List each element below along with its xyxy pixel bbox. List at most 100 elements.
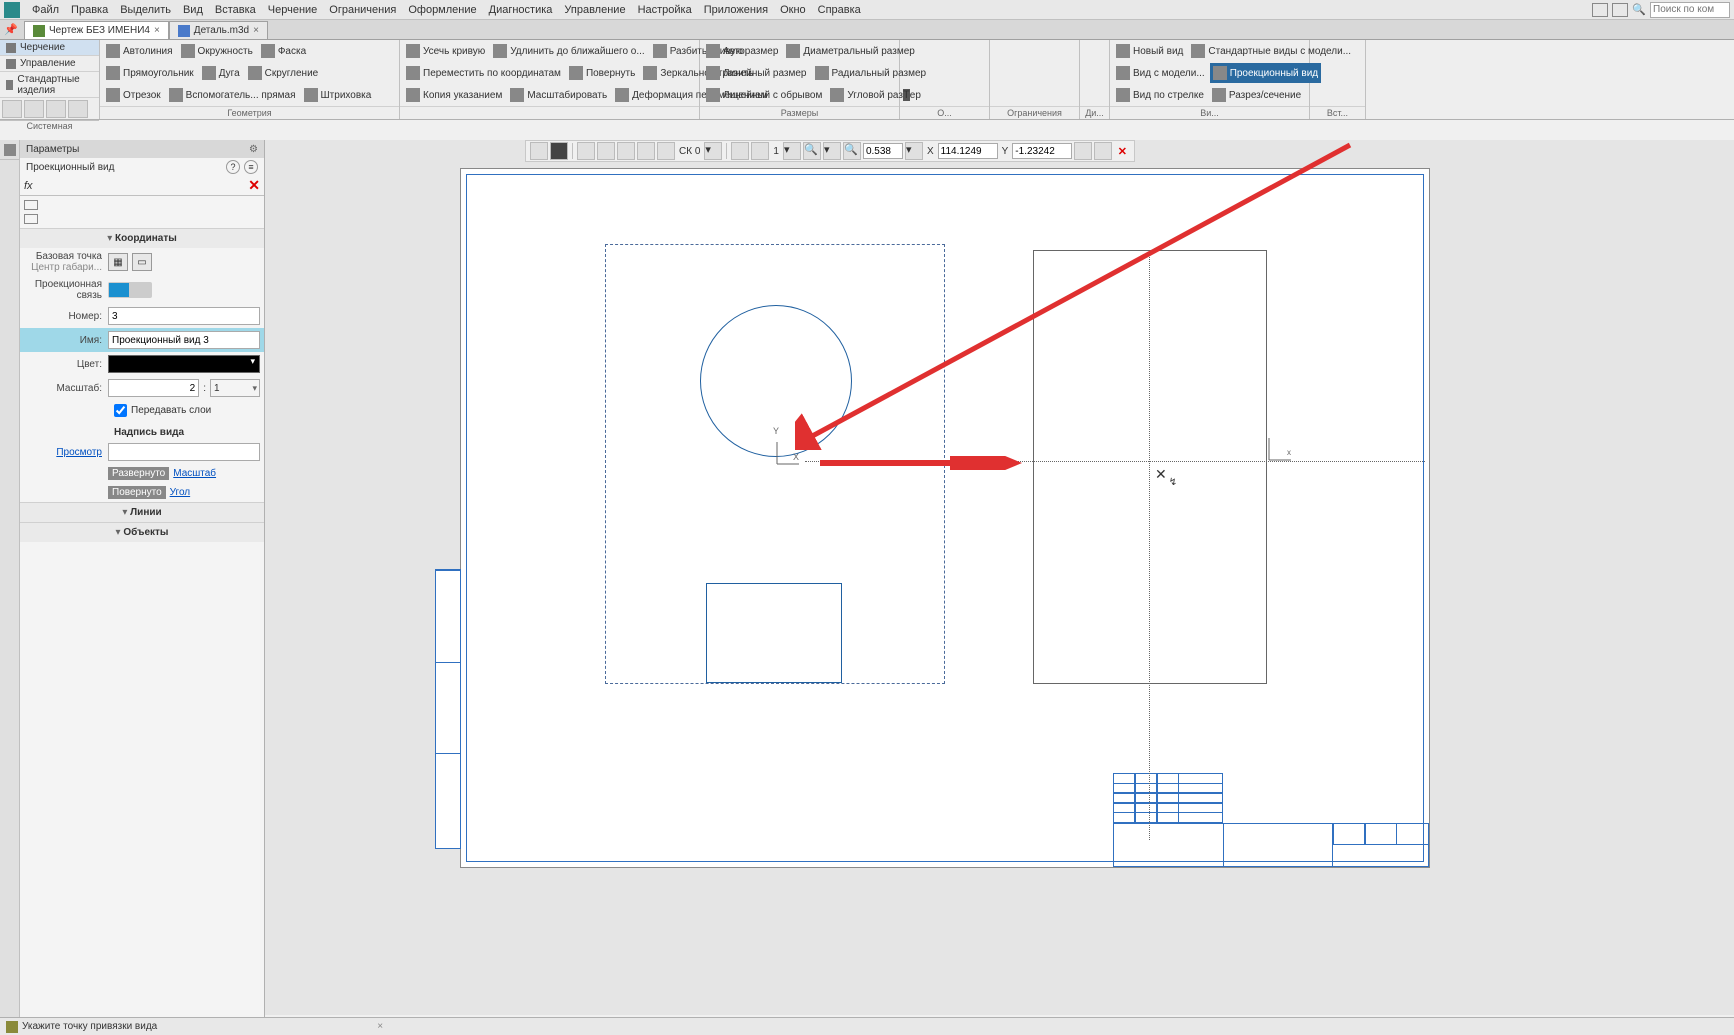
- btn-scale[interactable]: Масштабировать: [507, 85, 610, 105]
- btn-trim[interactable]: Усечь кривую: [403, 41, 488, 61]
- menu-window[interactable]: Окно: [774, 2, 812, 18]
- menu-manage[interactable]: Управление: [558, 2, 631, 18]
- drawing-canvas[interactable]: Y X x ✕↯: [265, 140, 1734, 1015]
- menu-view[interactable]: Вид: [177, 2, 209, 18]
- dropdown-icon[interactable]: ▾: [905, 142, 923, 160]
- tool-icon[interactable]: [657, 142, 675, 160]
- btn-arrowview[interactable]: Вид по стрелке: [1113, 85, 1207, 105]
- scale-input[interactable]: [863, 143, 903, 159]
- btn-autoline[interactable]: Автолиния: [103, 41, 176, 61]
- btn-modelview[interactable]: Вид с модели...: [1113, 63, 1208, 83]
- caption-input[interactable]: [108, 443, 260, 461]
- btn-move[interactable]: Переместить по координатам: [403, 63, 564, 83]
- status-close-icon[interactable]: ×: [377, 1021, 383, 1032]
- formula-bar[interactable]: fx ✕: [20, 176, 264, 196]
- menu-file[interactable]: Файл: [26, 2, 65, 18]
- btn-copy[interactable]: Копия указанием: [403, 85, 505, 105]
- menu-format[interactable]: Оформление: [402, 2, 482, 18]
- btn-circle[interactable]: Окружность: [178, 41, 256, 61]
- number-input[interactable]: [108, 307, 260, 325]
- print-icon[interactable]: [68, 100, 88, 118]
- list-icon[interactable]: ≡: [244, 160, 258, 174]
- layers-checkbox[interactable]: [114, 404, 127, 417]
- save-icon[interactable]: [46, 100, 66, 118]
- color-select[interactable]: [108, 355, 260, 373]
- mode-stdparts[interactable]: Стандартные изделия: [0, 72, 99, 98]
- cancel-icon[interactable]: ✕: [1114, 145, 1130, 158]
- window-maximize-icon[interactable]: [1612, 3, 1628, 17]
- scale-link[interactable]: Масштаб: [173, 468, 216, 479]
- menu-insert[interactable]: Вставка: [209, 2, 262, 18]
- group-lines[interactable]: Линии: [20, 503, 264, 522]
- menu-diagnostics[interactable]: Диагностика: [483, 2, 559, 18]
- mode-drawing[interactable]: Черчение: [0, 40, 99, 56]
- btn-newview[interactable]: Новый вид: [1113, 41, 1186, 61]
- dropdown-icon[interactable]: ▾: [704, 142, 722, 160]
- menu-apps[interactable]: Приложения: [698, 2, 774, 18]
- new-icon[interactable]: [2, 100, 22, 118]
- open-icon[interactable]: [24, 100, 44, 118]
- group-objects[interactable]: Объекты: [20, 523, 264, 542]
- btn-rotate[interactable]: Повернуть: [566, 63, 638, 83]
- window-restore-icon[interactable]: [1592, 3, 1608, 17]
- projection-toggle[interactable]: [108, 282, 152, 298]
- tab-part[interactable]: Деталь.m3d ×: [169, 21, 268, 39]
- btn-brokendim[interactable]: Линейный с обрывом: [703, 85, 825, 105]
- btn-lindim[interactable]: Линейный размер: [703, 63, 810, 83]
- menu-edit[interactable]: Правка: [65, 2, 114, 18]
- menu-help[interactable]: Справка: [812, 2, 867, 18]
- tool-icon[interactable]: [1074, 142, 1092, 160]
- basepoint-center-icon[interactable]: ▦: [108, 253, 128, 271]
- tool-icon[interactable]: [530, 142, 548, 160]
- btn-rect[interactable]: Прямоугольник: [103, 63, 197, 83]
- mini-icon[interactable]: [24, 214, 38, 224]
- x-input[interactable]: [938, 143, 998, 159]
- grid-icon[interactable]: [637, 142, 655, 160]
- tab-close-icon[interactable]: ×: [154, 25, 160, 36]
- btn-chamfer[interactable]: Фаска: [258, 41, 309, 61]
- help-icon[interactable]: ?: [226, 160, 240, 174]
- tool-icon[interactable]: [751, 142, 769, 160]
- scale-denom-select[interactable]: 1: [210, 379, 260, 397]
- view-projection[interactable]: [1033, 250, 1267, 684]
- text-icon[interactable]: T: [903, 89, 910, 101]
- y-input[interactable]: [1012, 143, 1072, 159]
- menu-constraints[interactable]: Ограничения: [323, 2, 402, 18]
- tool-icon[interactable]: [617, 142, 635, 160]
- group-coordinates[interactable]: Координаты: [20, 229, 264, 248]
- menu-drawing[interactable]: Черчение: [262, 2, 324, 18]
- btn-diamdim[interactable]: Диаметральный размер: [783, 41, 917, 61]
- pencil-icon[interactable]: [550, 142, 568, 160]
- name-input[interactable]: [108, 331, 260, 349]
- btn-autodim[interactable]: Авторазмер: [703, 41, 781, 61]
- dropdown-icon[interactable]: ▾: [823, 142, 841, 160]
- angle-link[interactable]: Угол: [170, 487, 191, 498]
- btn-hatch[interactable]: Штриховка: [301, 85, 375, 105]
- scale-num-input[interactable]: [108, 379, 199, 397]
- menu-select[interactable]: Выделить: [114, 2, 177, 18]
- mode-manage[interactable]: Управление: [0, 56, 99, 72]
- vtab-icon[interactable]: [0, 140, 19, 160]
- dropdown-icon[interactable]: ▾: [783, 142, 801, 160]
- pin-icon[interactable]: 📌: [4, 23, 20, 39]
- btn-projectionview[interactable]: Проекционный вид: [1210, 63, 1321, 83]
- basepoint-corner-icon[interactable]: ▭: [132, 253, 152, 271]
- gear-icon[interactable]: ⚙: [249, 144, 258, 155]
- menu-settings[interactable]: Настройка: [632, 2, 698, 18]
- tab-drawing[interactable]: Чертеж БЕЗ ИМЕНИ4 ×: [24, 21, 169, 39]
- btn-extend[interactable]: Удлинить до ближайшего о...: [490, 41, 647, 61]
- mini-icon[interactable]: [24, 200, 38, 210]
- close-icon[interactable]: ✕: [248, 177, 260, 194]
- tool-icon[interactable]: [597, 142, 615, 160]
- tool-icon[interactable]: [577, 142, 595, 160]
- tool-icon[interactable]: [731, 142, 749, 160]
- btn-auxline[interactable]: Вспомогатель... прямая: [166, 85, 299, 105]
- preview-link[interactable]: Просмотр: [56, 447, 102, 458]
- tool-icon[interactable]: [1094, 142, 1112, 160]
- zoom-out-icon[interactable]: 🔍: [803, 142, 821, 160]
- btn-segment[interactable]: Отрезок: [103, 85, 164, 105]
- tab-close-icon[interactable]: ×: [253, 25, 259, 36]
- search-input[interactable]: [1650, 2, 1730, 18]
- zoom-in-icon[interactable]: 🔍: [843, 142, 861, 160]
- btn-fillet[interactable]: Скругление: [245, 63, 322, 83]
